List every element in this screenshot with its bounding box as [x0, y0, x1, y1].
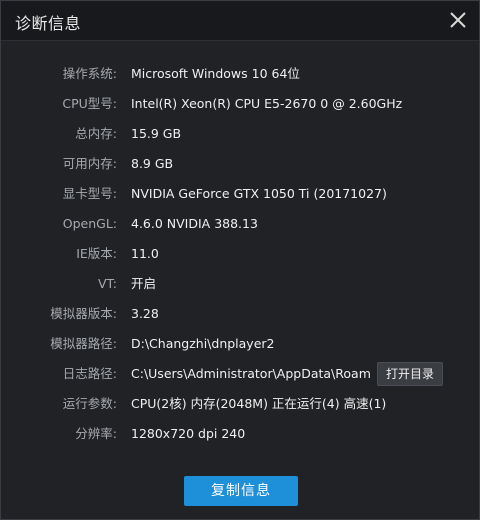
info-label: OpenGL:: [62, 216, 117, 231]
info-row-run-params: 运行参数: CPU(2核) 内存(2048M) 正在运行(4) 高速(1): [1, 389, 479, 419]
info-label: IE版本:: [76, 246, 117, 261]
info-value: 11.0: [131, 246, 159, 261]
info-label: 模拟器路径:: [50, 336, 117, 351]
info-value: 1280x720 dpi 240: [131, 426, 246, 441]
info-value: 开启: [131, 276, 157, 291]
info-row-cpu: CPU型号: Intel(R) Xeon(R) CPU E5-2670 0 @ …: [1, 89, 479, 119]
info-row-available-memory: 可用内存: 8.9 GB: [1, 149, 479, 179]
info-label: VT:: [97, 276, 117, 291]
info-value: D:\Changzhi\dnplayer2: [131, 336, 275, 351]
info-value: 4.6.0 NVIDIA 388.13: [131, 216, 258, 231]
open-directory-button[interactable]: 打开目录: [377, 362, 443, 386]
info-row-gpu: 显卡型号: NVIDIA GeForce GTX 1050 Ti (201710…: [1, 179, 479, 209]
info-row-os: 操作系统: Microsoft Windows 10 64位: [1, 59, 479, 89]
info-value: Intel(R) Xeon(R) CPU E5-2670 0 @ 2.60GHz: [131, 96, 403, 111]
diagnostic-dialog: 诊断信息 操作系统: Microsoft Windows 10 64位 CPU型…: [0, 0, 480, 520]
info-value: NVIDIA GeForce GTX 1050 Ti (20171027): [131, 186, 387, 201]
info-label: 模拟器版本:: [50, 306, 117, 321]
info-row-emulator-path: 模拟器路径: D:\Changzhi\dnplayer2: [1, 329, 479, 359]
info-label: 操作系统:: [62, 66, 117, 81]
info-label: 分辨率:: [75, 426, 117, 441]
title-bar: 诊断信息: [1, 1, 479, 41]
info-row-ie-version: IE版本: 11.0: [1, 239, 479, 269]
copy-info-button[interactable]: 复制信息: [184, 476, 298, 506]
info-value: 15.9 GB: [131, 126, 182, 141]
info-value: Microsoft Windows 10 64位: [131, 66, 300, 81]
info-list: 操作系统: Microsoft Windows 10 64位 CPU型号: In…: [1, 59, 479, 449]
info-row-total-memory: 总内存: 15.9 GB: [1, 119, 479, 149]
info-value: 8.9 GB: [131, 156, 174, 171]
info-label: 日志路径:: [62, 366, 117, 381]
close-icon[interactable]: [447, 9, 469, 31]
info-label: 总内存:: [75, 126, 117, 141]
log-path-value: C:\Users\Administrator\AppData\Roami: [131, 366, 371, 381]
info-value: 3.28: [131, 306, 159, 321]
info-label: CPU型号:: [62, 96, 117, 111]
info-row-log-path: 日志路径: C:\Users\Administrator\AppData\Roa…: [1, 359, 479, 389]
info-row-resolution: 分辨率: 1280x720 dpi 240: [1, 419, 479, 449]
info-label: 运行参数:: [62, 396, 117, 411]
info-row-emulator-version: 模拟器版本: 3.28: [1, 299, 479, 329]
info-value: CPU(2核) 内存(2048M) 正在运行(4) 高速(1): [131, 396, 387, 411]
info-label: 可用内存:: [62, 156, 117, 171]
info-row-vt: VT: 开启: [1, 269, 479, 299]
info-label: 显卡型号:: [62, 186, 117, 201]
dialog-title: 诊断信息: [15, 14, 82, 33]
info-row-opengl: OpenGL: 4.6.0 NVIDIA 388.13: [1, 209, 479, 239]
